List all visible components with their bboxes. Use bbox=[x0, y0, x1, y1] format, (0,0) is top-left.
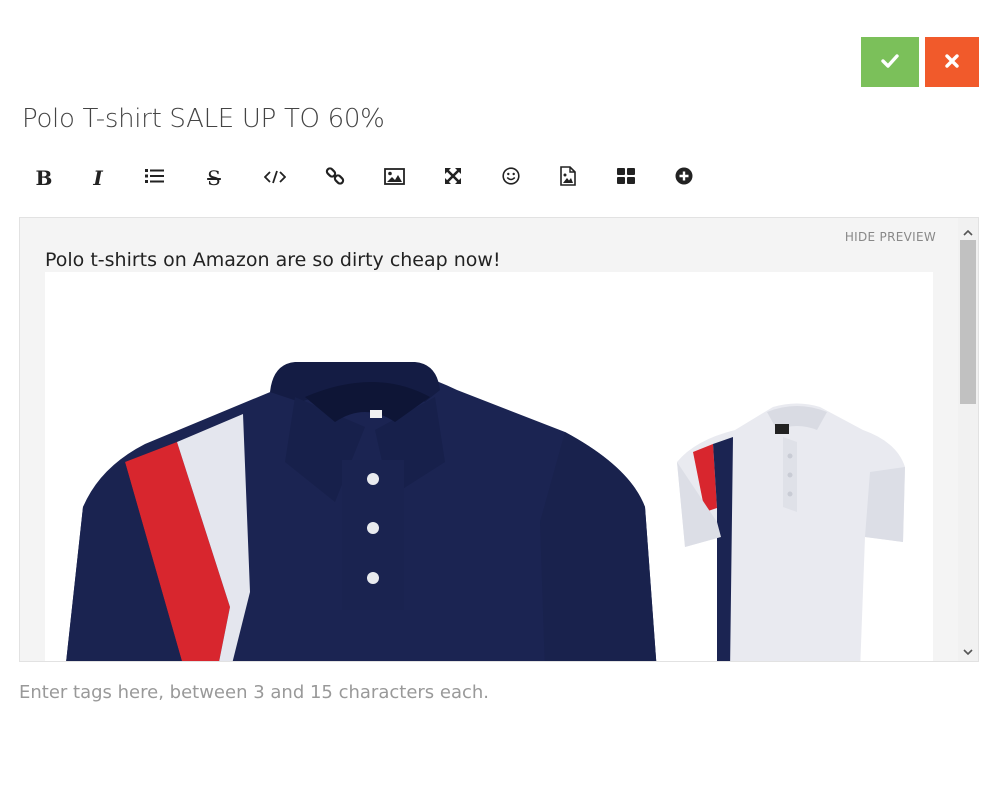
gallery-button[interactable] bbox=[608, 160, 644, 196]
link-button[interactable] bbox=[317, 160, 353, 196]
tags-input[interactable] bbox=[19, 678, 719, 706]
confirm-button[interactable] bbox=[861, 37, 919, 87]
add-more-button[interactable] bbox=[666, 160, 702, 196]
image-button[interactable] bbox=[376, 160, 412, 196]
bold-button[interactable]: B bbox=[26, 160, 62, 196]
bullet-list-button[interactable] bbox=[137, 160, 173, 196]
editor-preview[interactable]: HIDE PREVIEW Polo t-shirts on Amazon are… bbox=[19, 217, 979, 662]
chevron-up-icon bbox=[963, 221, 973, 240]
close-icon bbox=[945, 53, 959, 71]
preview-text: Polo t-shirts on Amazon are so dirty che… bbox=[45, 249, 501, 271]
grid-icon bbox=[617, 168, 635, 188]
code-button[interactable] bbox=[257, 160, 293, 196]
emoji-button[interactable] bbox=[493, 160, 529, 196]
bold-icon: B bbox=[35, 166, 53, 190]
file-image-button[interactable] bbox=[550, 160, 586, 196]
scroll-up-button[interactable] bbox=[958, 220, 978, 240]
editor-toolbar: B I S bbox=[0, 160, 997, 200]
check-icon bbox=[881, 53, 899, 71]
expand-icon bbox=[444, 167, 462, 189]
image-icon bbox=[383, 167, 405, 189]
italic-icon: I bbox=[93, 166, 103, 190]
scroll-down-button[interactable] bbox=[958, 639, 978, 659]
code-icon bbox=[263, 169, 287, 188]
product-image bbox=[45, 272, 933, 661]
plus-circle-icon bbox=[675, 167, 693, 189]
post-title[interactable]: Polo T-shirt SALE UP TO 60% bbox=[22, 104, 385, 134]
chevron-down-icon bbox=[963, 640, 973, 659]
fullscreen-button[interactable] bbox=[435, 160, 471, 196]
italic-button[interactable]: I bbox=[80, 160, 116, 196]
polo-shirts-illustration bbox=[66, 362, 905, 661]
editor-scrollbar[interactable] bbox=[958, 218, 978, 661]
smiley-icon bbox=[502, 167, 520, 189]
strikethrough-icon: S bbox=[207, 166, 221, 190]
link-icon bbox=[325, 166, 345, 190]
scrollbar-thumb[interactable] bbox=[960, 240, 976, 404]
list-icon bbox=[145, 168, 165, 188]
strikethrough-button[interactable]: S bbox=[196, 160, 232, 196]
hide-preview-link[interactable]: HIDE PREVIEW bbox=[845, 230, 936, 244]
cancel-button[interactable] bbox=[925, 37, 979, 87]
file-image-icon bbox=[560, 166, 576, 190]
